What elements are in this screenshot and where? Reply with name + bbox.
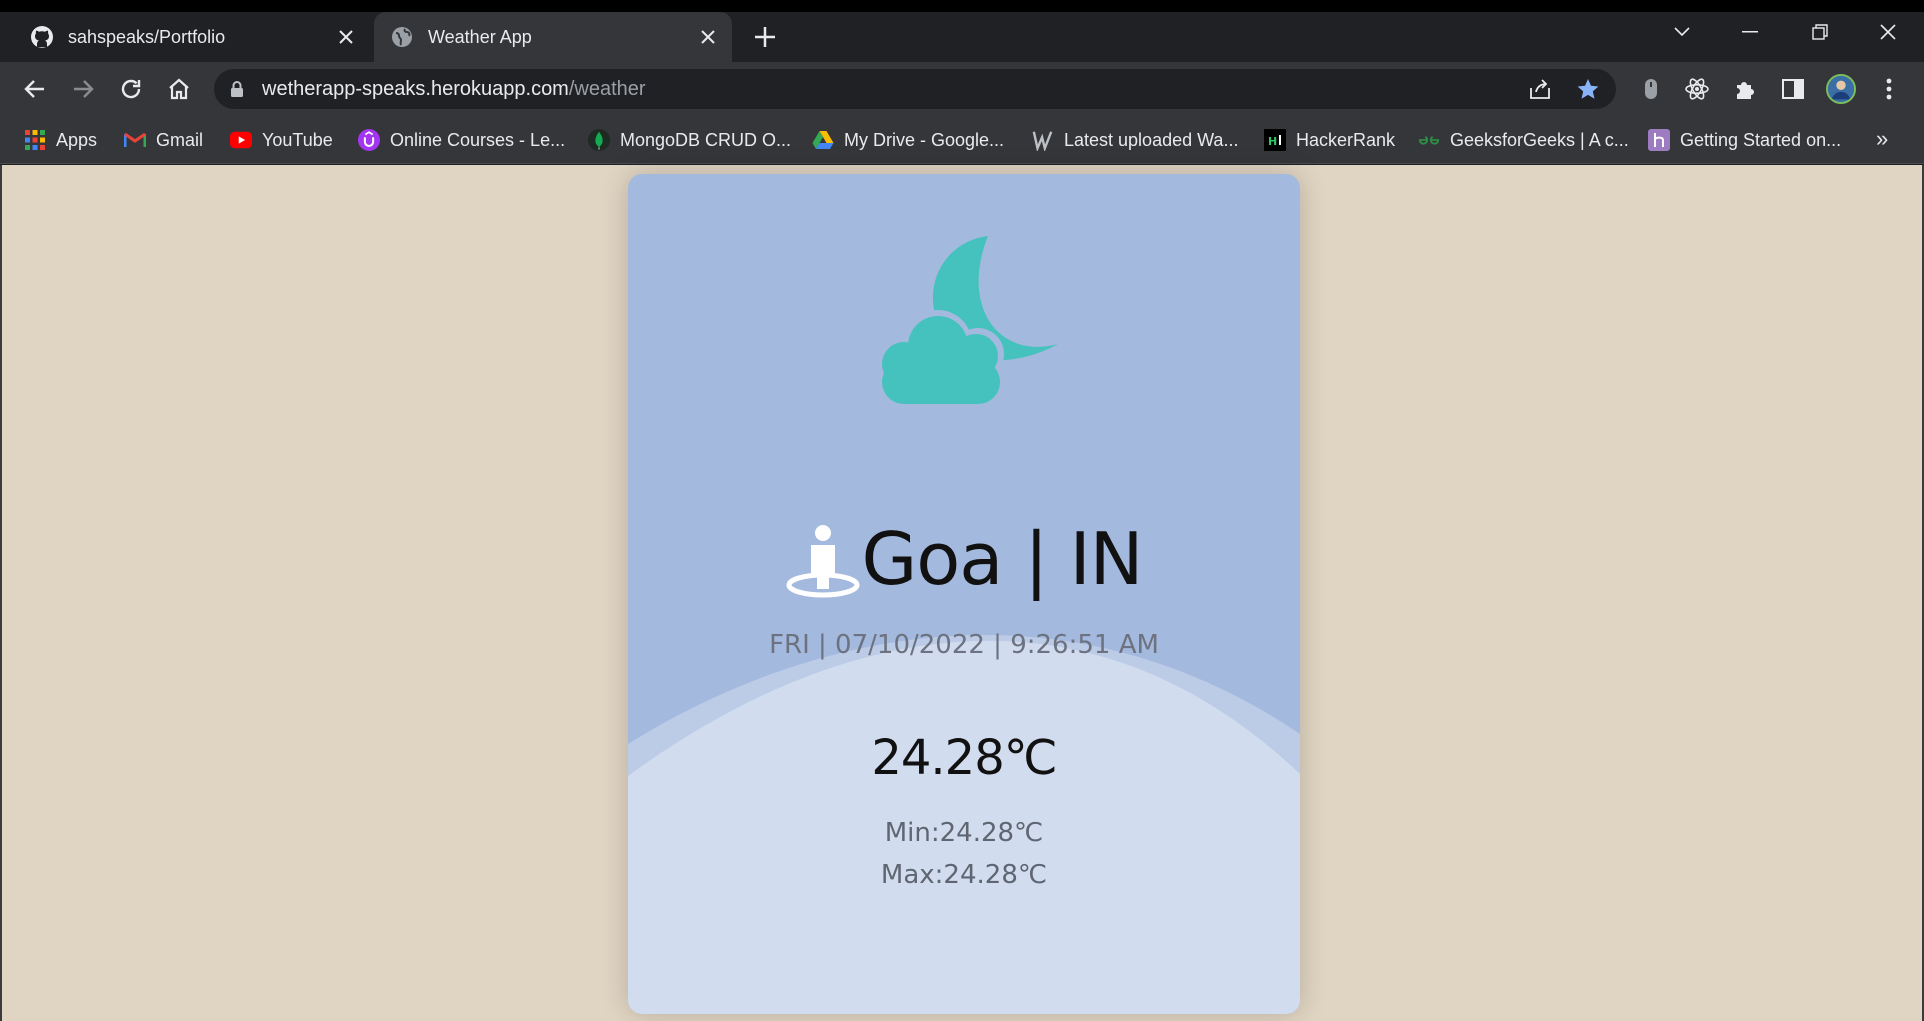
reload-button[interactable] <box>114 72 148 106</box>
min-temperature: Min:24.28℃ <box>884 818 1044 848</box>
bookmark-label: Getting Started on... <box>1680 129 1842 150</box>
bookmark-label: Gmail <box>156 129 204 150</box>
bookmark-mongodb[interactable]: MongoDB CRUD O... <box>588 127 791 153</box>
back-button[interactable] <box>18 72 52 106</box>
youtube-icon <box>230 129 252 151</box>
hackerrank-icon: H <box>1264 129 1286 151</box>
url-path: /weather <box>568 78 646 100</box>
cloud-moon-icon <box>882 236 1058 404</box>
bookmark-star-icon[interactable] <box>1574 75 1602 103</box>
location-row: Goa | IN <box>628 514 1300 604</box>
bookmark-label: MongoDB CRUD O... <box>620 129 792 150</box>
minimize-icon[interactable] <box>1722 12 1778 52</box>
location-name: Goa | IN <box>861 517 1143 601</box>
bookmark-label: GeeksforGeeks | A c... <box>1450 129 1629 150</box>
location-person-icon <box>786 525 860 598</box>
bookmark-label: Latest uploaded Wa... <box>1064 129 1239 150</box>
date-time: FRI | 07/10/2022 | 9:26:51 AM <box>769 630 1159 660</box>
bookmark-youtube[interactable]: YouTube <box>230 127 333 153</box>
github-icon <box>30 25 54 49</box>
window-close-icon[interactable] <box>1860 12 1916 52</box>
profile-avatar[interactable] <box>1826 74 1856 104</box>
close-tab-icon[interactable] <box>332 23 360 51</box>
lock-icon[interactable] <box>230 80 244 103</box>
url-text: wetherapp-speaks.herokuapp.com/weather <box>262 78 646 101</box>
home-button[interactable] <box>162 72 196 106</box>
share-icon[interactable] <box>1526 75 1554 103</box>
svg-text:H: H <box>1268 135 1277 148</box>
tab-weather-app[interactable]: Weather App <box>374 12 732 62</box>
bookmark-label: YouTube <box>262 129 333 150</box>
tab-strip: sahspeaks/Portfolio Weather App <box>0 12 1924 62</box>
bookmark-label: Apps <box>56 129 98 150</box>
tab-portfolio[interactable]: sahspeaks/Portfolio <box>14 12 370 62</box>
google-drive-icon <box>812 129 834 151</box>
extension-mouse-icon[interactable] <box>1636 74 1666 104</box>
apps-grid-icon <box>24 129 46 151</box>
bookmark-latest-uploaded[interactable]: Latest uploaded Wa... <box>1032 127 1238 153</box>
w-logo-icon <box>1032 129 1054 151</box>
bookmark-gmail[interactable]: Gmail <box>124 127 203 153</box>
bookmark-geeksforgeeks[interactable]: GeeksforGeeks | A c... <box>1418 127 1629 153</box>
bookmark-google-drive[interactable]: My Drive - Google... <box>812 127 1004 153</box>
new-tab-button[interactable] <box>752 24 778 50</box>
restore-icon[interactable] <box>1792 12 1848 52</box>
close-tab-icon[interactable] <box>694 23 722 51</box>
current-temperature: 24.28℃ <box>871 730 1057 786</box>
bookmark-label: My Drive - Google... <box>844 129 1005 150</box>
menu-kebab-icon[interactable] <box>1874 74 1904 104</box>
forward-button[interactable] <box>66 72 100 106</box>
extensions-puzzle-icon[interactable] <box>1730 74 1760 104</box>
weather-card: Goa | IN FRI | 07/10/2022 | 9:26:51 AM 2… <box>628 174 1300 1014</box>
bookmark-heroku[interactable]: Getting Started on... <box>1648 127 1841 153</box>
tab-search-icon[interactable] <box>1654 12 1710 52</box>
bookmark-label: HackerRank <box>1296 129 1396 150</box>
heroku-icon <box>1648 129 1670 151</box>
tab-title: sahspeaks/Portfolio <box>68 26 226 47</box>
bookmark-apps[interactable]: Apps <box>24 127 97 153</box>
gmail-icon <box>124 129 146 151</box>
geeksforgeeks-icon <box>1418 129 1440 151</box>
side-panel-icon[interactable] <box>1778 74 1808 104</box>
bookmarks-bar: Apps Gmail YouTube Online Courses - Le..… <box>0 116 1924 164</box>
bookmark-hackerrank[interactable]: H HackerRank <box>1264 127 1395 153</box>
page-viewport: Goa | IN FRI | 07/10/2022 | 9:26:51 AM 2… <box>0 165 1924 1021</box>
bookmark-label: Online Courses - Le... <box>390 129 566 150</box>
browser-toolbar: wetherapp-speaks.herokuapp.com/weather <box>0 62 1924 116</box>
window-top-edge <box>0 0 1924 12</box>
bookmark-udemy[interactable]: Online Courses - Le... <box>358 127 565 153</box>
mongodb-icon <box>588 129 610 151</box>
more-bookmarks-button[interactable]: » <box>1876 126 1888 152</box>
tab-title: Weather App <box>428 26 532 47</box>
max-temperature: Max:24.28℃ <box>880 860 1048 890</box>
udemy-icon <box>358 129 380 151</box>
react-devtools-icon[interactable] <box>1682 74 1712 104</box>
globe-icon <box>390 25 414 49</box>
url-host: wetherapp-speaks.herokuapp.com <box>262 78 569 100</box>
address-bar[interactable]: wetherapp-speaks.herokuapp.com/weather <box>214 69 1616 109</box>
